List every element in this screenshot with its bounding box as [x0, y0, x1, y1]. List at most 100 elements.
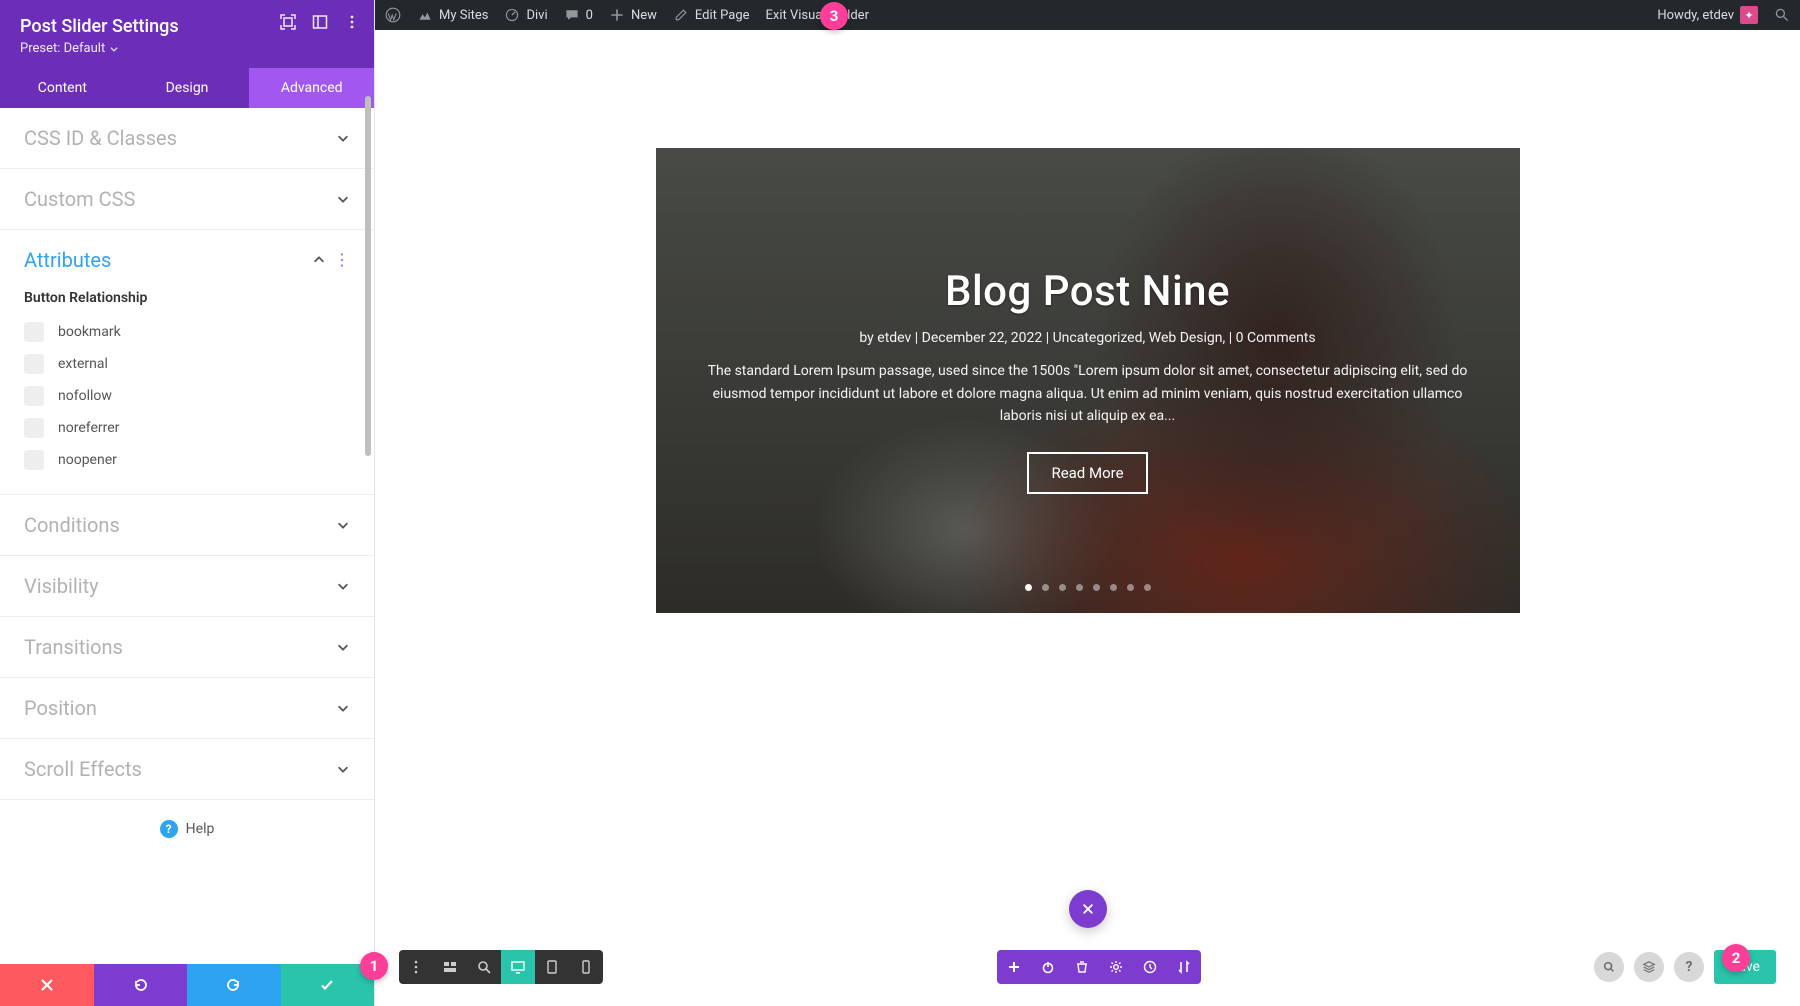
- slide-dot[interactable]: [1127, 584, 1134, 591]
- checkbox[interactable]: [24, 322, 44, 342]
- desktop-icon: [510, 959, 526, 975]
- section-title: Visibility: [24, 574, 99, 598]
- section-head-scroll-effects[interactable]: Scroll Effects: [0, 739, 374, 799]
- help-icon: ?: [160, 820, 178, 838]
- new-link[interactable]: New: [609, 7, 657, 23]
- gear-icon: [1108, 959, 1124, 975]
- redo-button[interactable]: [187, 964, 281, 1006]
- tablet-view-button[interactable]: [535, 950, 569, 984]
- slide-dot[interactable]: [1025, 584, 1032, 591]
- portability-button[interactable]: [1167, 950, 1201, 984]
- phone-view-button[interactable]: [569, 950, 603, 984]
- slide-dot[interactable]: [1042, 584, 1049, 591]
- option-label: nofollow: [58, 388, 112, 404]
- option-label: bookmark: [58, 324, 121, 340]
- zoom-button[interactable]: [467, 950, 501, 984]
- close-icon: [39, 977, 55, 993]
- settings-panel: Post Slider Settings Preset: Default Con…: [0, 0, 375, 1006]
- tab-design[interactable]: Design: [125, 68, 250, 108]
- wireframe-button[interactable]: [433, 950, 467, 984]
- option-noreferrer[interactable]: noreferrer: [24, 412, 350, 444]
- slide-title: Blog Post Nine: [945, 267, 1230, 316]
- option-noopener[interactable]: noopener: [24, 444, 350, 476]
- site-name-link[interactable]: Divi: [504, 7, 547, 23]
- slide-dot[interactable]: [1110, 584, 1117, 591]
- layers-icon: [1642, 960, 1656, 974]
- post-slider[interactable]: Blog Post Nine by etdev | December 22, 2…: [656, 148, 1520, 613]
- section-head-attributes[interactable]: Attributes ⋮: [0, 230, 374, 290]
- section-head-custom-css[interactable]: Custom CSS: [0, 169, 374, 229]
- section-position: Position: [0, 678, 374, 739]
- checkbox[interactable]: [24, 386, 44, 406]
- clock-icon: [1142, 959, 1158, 975]
- slide-dots: [656, 584, 1520, 591]
- plus-icon: [1006, 959, 1022, 975]
- checkbox[interactable]: [24, 418, 44, 438]
- option-external[interactable]: external: [24, 348, 350, 380]
- undo-button[interactable]: [94, 964, 188, 1006]
- chevron-down-icon: [336, 579, 350, 593]
- kebab-icon[interactable]: ⋮: [334, 252, 350, 268]
- option-nofollow[interactable]: nofollow: [24, 380, 350, 412]
- howdy-link[interactable]: Howdy, etdev ✦: [1657, 6, 1758, 24]
- swap-icon: [1176, 959, 1192, 975]
- section-conditions: Conditions: [0, 495, 374, 556]
- wp-admin-bar: My Sites Divi 0 New Edit Page: [375, 0, 1800, 30]
- help-button[interactable]: ?: [1674, 952, 1704, 982]
- help-link[interactable]: ? Help: [0, 800, 374, 866]
- option-label: external: [58, 356, 108, 372]
- expand-icon[interactable]: [280, 14, 296, 30]
- history-button[interactable]: [1133, 950, 1167, 984]
- tab-content[interactable]: Content: [0, 68, 125, 108]
- slide-dot[interactable]: [1076, 584, 1083, 591]
- close-icon: [1081, 902, 1095, 916]
- wireframe-icon: [442, 959, 458, 975]
- slide-dot[interactable]: [1093, 584, 1100, 591]
- section-head-css-id[interactable]: CSS ID & Classes: [0, 108, 374, 168]
- slide-dot[interactable]: [1059, 584, 1066, 591]
- site-name-label: Divi: [526, 8, 547, 23]
- read-more-button[interactable]: Read More: [1027, 452, 1147, 494]
- section-head-position[interactable]: Position: [0, 678, 374, 738]
- checkbox[interactable]: [24, 354, 44, 374]
- help-label: Help: [186, 821, 215, 837]
- add-button[interactable]: [997, 950, 1031, 984]
- settings-button[interactable]: [1099, 950, 1133, 984]
- slide-meta: by etdev | December 22, 2022 | Uncategor…: [859, 330, 1315, 346]
- scrollbar[interactable]: [365, 96, 371, 456]
- preset-selector[interactable]: Preset: Default: [20, 41, 354, 56]
- section-title: Transitions: [24, 635, 123, 659]
- section-title: Position: [24, 696, 97, 720]
- section-head-transitions[interactable]: Transitions: [0, 617, 374, 677]
- section-head-visibility[interactable]: Visibility: [0, 556, 374, 616]
- preset-label: Preset: Default: [20, 41, 105, 56]
- howdy-label: Howdy, etdev: [1657, 8, 1734, 23]
- help-icon: ?: [1686, 959, 1693, 975]
- kebab-icon[interactable]: [344, 14, 360, 30]
- desktop-view-button[interactable]: [501, 950, 535, 984]
- delete-button[interactable]: [1065, 950, 1099, 984]
- power-button[interactable]: [1031, 950, 1065, 984]
- checkbox[interactable]: [24, 450, 44, 470]
- tablet-icon: [544, 959, 560, 975]
- dock-icon[interactable]: [312, 14, 328, 30]
- layers-button[interactable]: [1634, 952, 1664, 982]
- slide-dot[interactable]: [1144, 584, 1151, 591]
- my-sites-link[interactable]: My Sites: [417, 7, 488, 23]
- edit-page-link[interactable]: Edit Page: [673, 7, 750, 23]
- chevron-up-icon: [312, 253, 326, 267]
- section-head-conditions[interactable]: Conditions: [0, 495, 374, 555]
- annotation-2: 2: [1722, 944, 1750, 972]
- tab-advanced[interactable]: Advanced: [249, 68, 374, 108]
- search-icon[interactable]: [1774, 7, 1790, 23]
- find-button[interactable]: [1594, 952, 1624, 982]
- cancel-button[interactable]: [0, 964, 94, 1006]
- menu-toggle-button[interactable]: [399, 950, 433, 984]
- wp-logo[interactable]: [385, 7, 401, 23]
- chevron-down-icon: [109, 44, 119, 54]
- redo-icon: [226, 977, 242, 993]
- option-bookmark[interactable]: bookmark: [24, 316, 350, 348]
- close-builder-button[interactable]: [1069, 890, 1107, 928]
- comments-link[interactable]: 0: [564, 7, 593, 23]
- exit-visual-builder-link[interactable]: Exit Visual Builder: [766, 8, 869, 23]
